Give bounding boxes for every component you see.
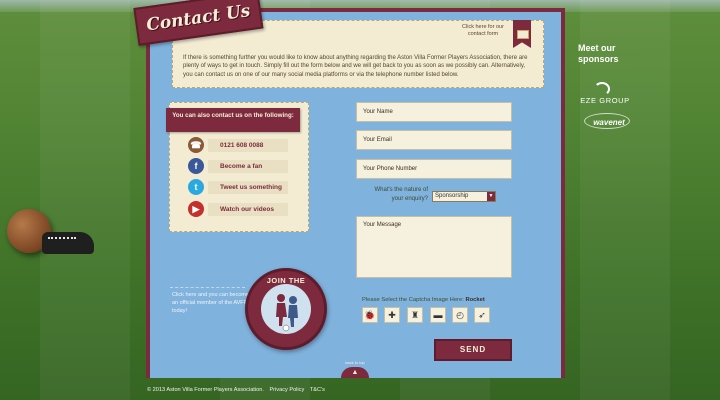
social-item-facebook[interactable]: f Become a fan <box>188 157 288 175</box>
copyright: © 2013 Aston Villa Former Players Associ… <box>147 387 264 393</box>
enquiry-select-value: Sponsorship <box>435 193 469 199</box>
captcha-answer: Rocket <box>465 297 485 303</box>
phone-icon: ☎ <box>188 137 204 153</box>
join-badge[interactable]: JOIN THE AVFPA <box>245 268 327 350</box>
footer: © 2013 Aston Villa Former Players Associ… <box>147 387 325 393</box>
privacy-link[interactable]: Privacy Policy <box>269 387 304 393</box>
chevron-up-icon[interactable]: ▲ <box>341 367 369 378</box>
social-label: Tweet us something <box>208 180 288 194</box>
join-link-text[interactable]: Click here and you can become an officia… <box>172 291 252 315</box>
puzzle-icon[interactable]: ✚ <box>384 307 400 323</box>
wavenet-logo[interactable]: wavenet <box>586 118 632 127</box>
captcha-label: Please Select the Captcha Image Here: Ro… <box>362 297 485 303</box>
captcha-instruction: Please Select the Captcha Image Here: <box>362 297 464 303</box>
trophy-icon[interactable]: ♜ <box>407 307 423 323</box>
clock-icon[interactable]: ◴ <box>452 307 468 323</box>
facebook-icon: f <box>188 158 204 174</box>
enquiry-select[interactable]: Sponsorship ▼ <box>432 191 496 202</box>
name-field[interactable]: Your Name <box>356 102 512 122</box>
youtube-icon: ▶ <box>188 201 204 217</box>
twitter-icon: t <box>188 179 204 195</box>
social-label: 0121 608 0088 <box>208 138 288 152</box>
enquiry-label: What's the nature of your enquiry? <box>374 187 428 202</box>
divider <box>170 287 245 288</box>
players-image <box>261 284 311 334</box>
message-field[interactable]: Your Message <box>356 216 512 278</box>
terms-link[interactable]: T&C's <box>310 387 325 393</box>
social-heading: You can also contact us on the following… <box>166 108 300 132</box>
email-field[interactable]: Your Email <box>356 130 512 150</box>
grass-stripe <box>40 0 130 400</box>
page-title: Contact Us <box>145 1 252 36</box>
social-item-twitter[interactable]: t Tweet us something <box>188 178 288 196</box>
bug-icon[interactable]: 🐞 <box>362 307 378 323</box>
social-item-phone[interactable]: ☎ 0121 608 0088 <box>188 136 288 154</box>
eze-group-logo-mark <box>594 82 610 96</box>
sponsors-title: Meet our sponsors <box>578 43 619 64</box>
football-boot-image <box>42 232 94 254</box>
rocket-icon[interactable]: ➶ <box>474 307 490 323</box>
social-label: Watch our videos <box>208 202 288 216</box>
eze-group-logo[interactable]: EZE GROUP <box>572 96 638 105</box>
contact-form-link[interactable]: Click here for our contact form <box>455 24 511 38</box>
intro-text: If there is something further you would … <box>183 55 528 78</box>
social-label: Become a fan <box>208 159 288 173</box>
social-item-youtube[interactable]: ▶ Watch our videos <box>188 200 288 218</box>
truck-icon[interactable]: ▬ <box>430 307 446 323</box>
chevron-down-icon: ▼ <box>487 192 495 201</box>
back-to-top-label[interactable]: back to top <box>343 360 367 365</box>
phone-field[interactable]: Your Phone Number <box>356 159 512 179</box>
send-button[interactable]: SEND <box>434 339 512 361</box>
